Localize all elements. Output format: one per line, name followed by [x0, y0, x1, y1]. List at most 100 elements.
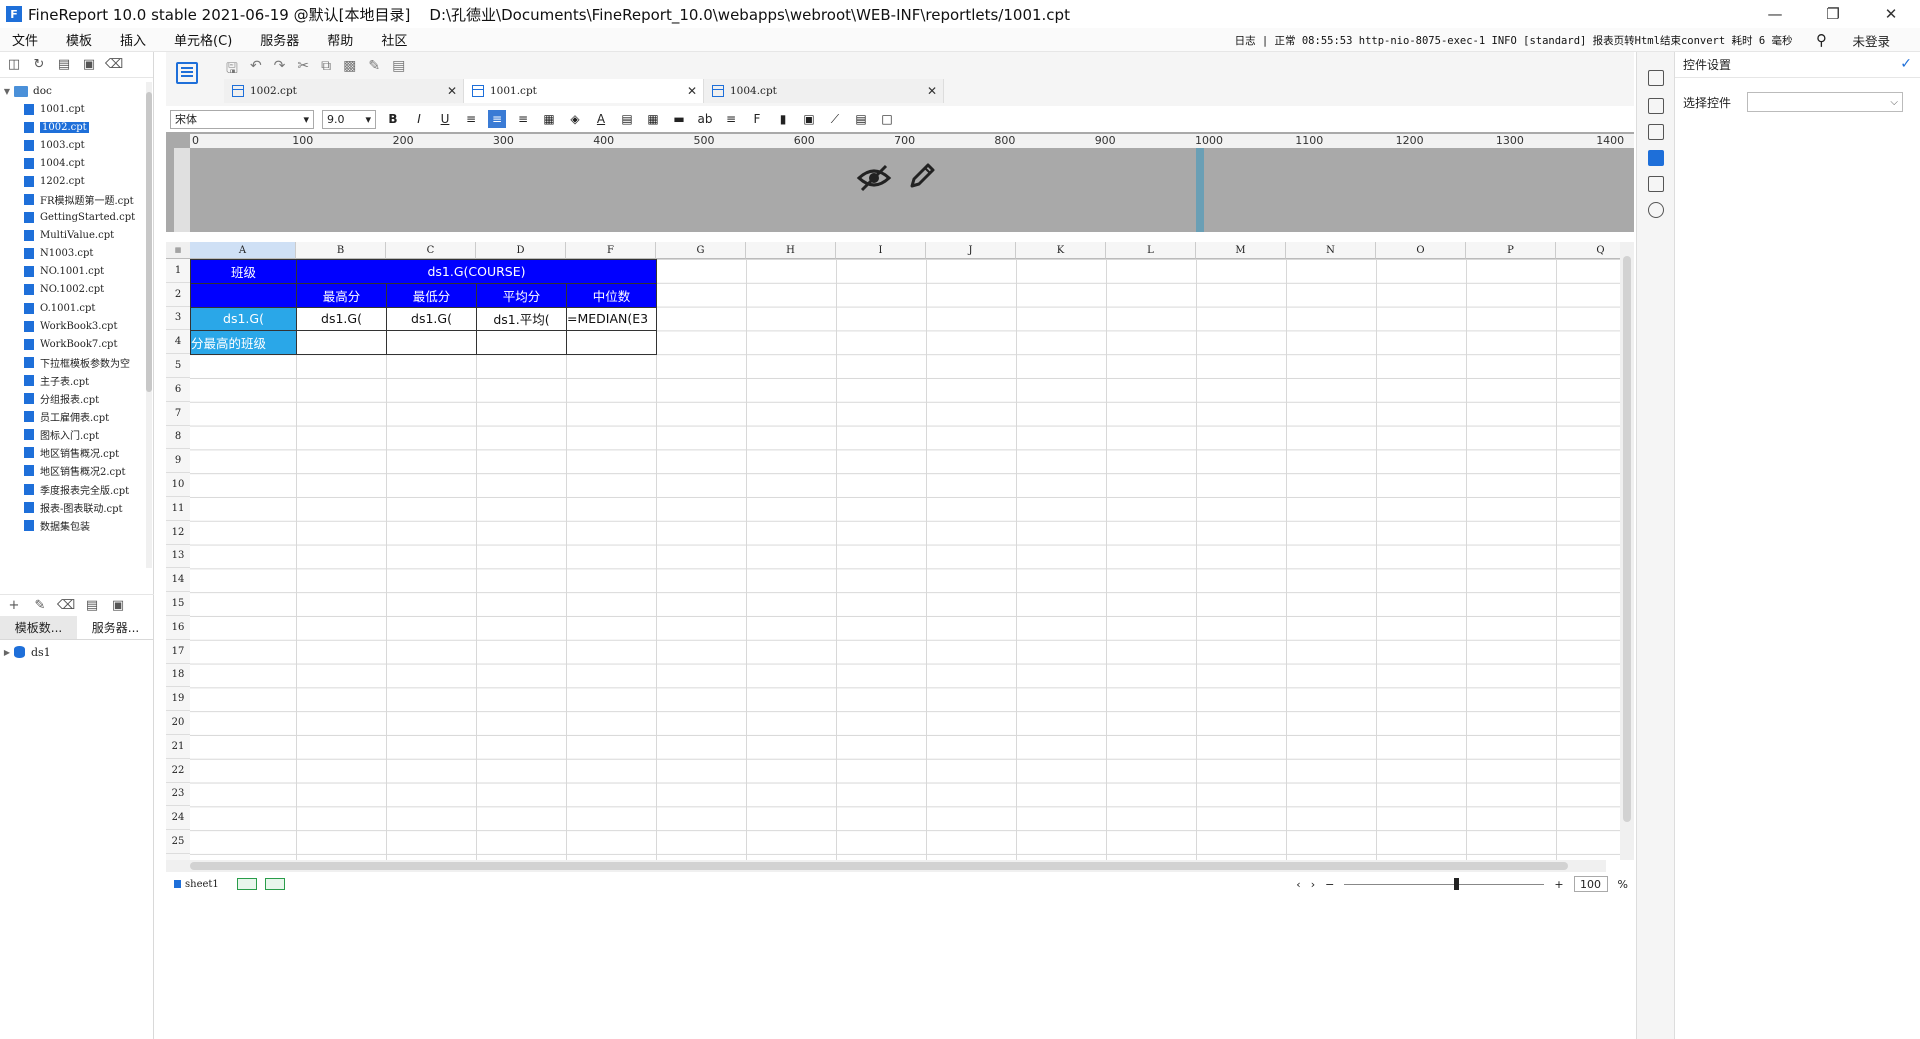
widget-select[interactable]: ⌵: [1747, 92, 1904, 112]
menu-server[interactable]: 服务器: [260, 30, 299, 49]
row-header[interactable]: 12: [166, 520, 190, 545]
font-size-select[interactable]: 9.0 ▾: [322, 109, 376, 129]
file-item[interactable]: 1003.cpt: [0, 136, 148, 154]
row-header[interactable]: 9: [166, 449, 190, 474]
expand-arrow-icon[interactable]: ▼: [0, 87, 14, 96]
file-item[interactable]: 员工雇佣表.cpt: [0, 408, 148, 426]
close-tab-icon[interactable]: ✕: [927, 84, 937, 98]
tab-server-datasets[interactable]: 服务器...: [77, 616, 154, 639]
file-item[interactable]: 地区销售概况2.cpt: [0, 462, 148, 480]
file-item[interactable]: GettingStarted.cpt: [0, 209, 148, 227]
file-item[interactable]: O.1001.cpt: [0, 299, 148, 317]
row-header[interactable]: 25: [166, 830, 190, 854]
add-dataset-icon[interactable]: +: [6, 598, 22, 614]
row-header[interactable]: 21: [166, 735, 190, 759]
row-header[interactable]: 10: [166, 473, 190, 497]
select-all-corner[interactable]: ▦: [166, 242, 190, 259]
expand-arrow-icon[interactable]: ▶: [0, 648, 14, 657]
cell-attributes-icon[interactable]: [1648, 70, 1664, 86]
tree-scroll-thumb[interactable]: [146, 92, 152, 392]
tab-template-datasets[interactable]: 模板数...: [0, 616, 77, 639]
row-header[interactable]: 16: [166, 616, 190, 640]
column-header[interactable]: J: [926, 242, 1016, 259]
formula-icon[interactable]: F: [748, 110, 766, 128]
cell-b2[interactable]: 最高分: [296, 282, 387, 308]
cell-c3[interactable]: ds1.G(: [386, 306, 477, 332]
row-header[interactable]: 14: [166, 568, 190, 593]
cell-style-icon[interactable]: [1648, 98, 1664, 114]
column-header[interactable]: A: [190, 242, 296, 259]
refresh-icon[interactable]: ↻: [31, 57, 47, 73]
column-header[interactable]: L: [1106, 242, 1196, 259]
sheet-horizontal-thumb[interactable]: [190, 862, 1568, 870]
delete-icon[interactable]: ⌫: [105, 57, 123, 73]
rich-text-icon[interactable]: ab: [696, 110, 714, 128]
file-item[interactable]: WorkBook3.cpt: [0, 317, 148, 335]
column-header[interactable]: N: [1286, 242, 1376, 259]
column-header[interactable]: Q: [1556, 242, 1620, 259]
search-icon[interactable]: ⚲: [1804, 31, 1838, 49]
cell-d3[interactable]: ds1.平均(: [476, 306, 567, 332]
template-tool-icon[interactable]: [176, 62, 198, 84]
hyperlink-icon[interactable]: [1648, 202, 1664, 218]
dataset-settings-icon[interactable]: ▣: [110, 598, 126, 614]
prev-sheet-button[interactable]: ‹: [1296, 878, 1300, 891]
zoom-slider[interactable]: [1344, 877, 1545, 890]
column-header[interactable]: K: [1016, 242, 1106, 259]
file-item[interactable]: 主子表.cpt: [0, 371, 148, 389]
file-item[interactable]: 1002.cpt: [0, 118, 148, 136]
file-item[interactable]: 地区销售概况.cpt: [0, 444, 148, 462]
dataset-item-ds1[interactable]: ▶ ds1: [0, 642, 51, 662]
file-item[interactable]: WorkBook7.cpt: [0, 335, 148, 353]
hide-parameter-icon[interactable]: [856, 160, 892, 196]
slash-icon[interactable]: ⟋: [826, 110, 844, 128]
sheet-horizontal-scrollbar[interactable]: [166, 860, 1606, 872]
cell-f2[interactable]: 中位数: [566, 282, 657, 308]
new-folder-icon[interactable]: ◫: [6, 57, 22, 73]
close-tab-icon[interactable]: ✕: [687, 84, 697, 98]
sub-report-icon[interactable]: ▤: [852, 110, 870, 128]
align-center-icon[interactable]: ≡: [488, 110, 506, 128]
file-item[interactable]: 图标入门.cpt: [0, 426, 148, 444]
align-right-icon[interactable]: ≡: [514, 110, 532, 128]
zoom-value[interactable]: 100: [1573, 876, 1608, 892]
row-header[interactable]: 2: [166, 282, 190, 307]
sheet-tab[interactable]: sheet1: [174, 879, 219, 890]
add-polyform-sheet-icon[interactable]: [264, 878, 285, 890]
row-header[interactable]: 7: [166, 401, 190, 426]
row-header[interactable]: 24: [166, 806, 190, 831]
spreadsheet-grid[interactable]: ▦ ABCDFGHIJKLMNOPQ 1 2 3 4 5 6 7 8 9 10 11 12 13 14 15…: [166, 242, 1620, 860]
underline-button[interactable]: U: [436, 110, 454, 128]
zoom-out-button[interactable]: −: [1325, 878, 1334, 891]
column-header[interactable]: O: [1376, 242, 1466, 259]
cell-b4[interactable]: [296, 330, 387, 356]
collapse-icon[interactable]: ▣: [81, 57, 97, 73]
tree-root-doc[interactable]: ▼ doc: [0, 82, 148, 100]
delete-dataset-icon[interactable]: ⌫: [57, 598, 75, 614]
close-tab-icon[interactable]: ✕: [447, 84, 457, 98]
menu-community[interactable]: 社区: [381, 30, 407, 49]
row-header[interactable]: 23: [166, 782, 190, 807]
row-header[interactable]: 8: [166, 425, 190, 450]
cell-a2[interactable]: [190, 282, 297, 308]
file-item[interactable]: 分组报表.cpt: [0, 390, 148, 408]
row-header[interactable]: 6: [166, 378, 190, 402]
file-item[interactable]: 数据集包装: [0, 516, 148, 534]
file-item[interactable]: 1004.cpt: [0, 154, 148, 172]
paragraph-icon[interactable]: ≡: [722, 110, 740, 128]
condition-attributes-icon[interactable]: [1648, 176, 1664, 192]
cell-b3[interactable]: ds1.G(: [296, 306, 387, 332]
file-item[interactable]: 1001.cpt: [0, 100, 148, 118]
menu-template[interactable]: 模板: [66, 30, 92, 49]
page-edge-marker[interactable]: [1196, 148, 1204, 232]
restore-button[interactable]: ❐: [1804, 0, 1862, 28]
column-header[interactable]: C: [386, 242, 476, 259]
row-header[interactable]: 1: [166, 259, 190, 283]
column-header[interactable]: B: [296, 242, 386, 259]
unmerge-cells-icon[interactable]: ▦: [644, 110, 662, 128]
merge-cells-icon[interactable]: ▤: [618, 110, 636, 128]
file-item[interactable]: NO.1002.cpt: [0, 281, 148, 299]
cell-element-icon[interactable]: □: [878, 110, 896, 128]
preview-dataset-icon[interactable]: ▤: [84, 598, 100, 614]
check-icon[interactable]: ✓: [1900, 56, 1912, 72]
